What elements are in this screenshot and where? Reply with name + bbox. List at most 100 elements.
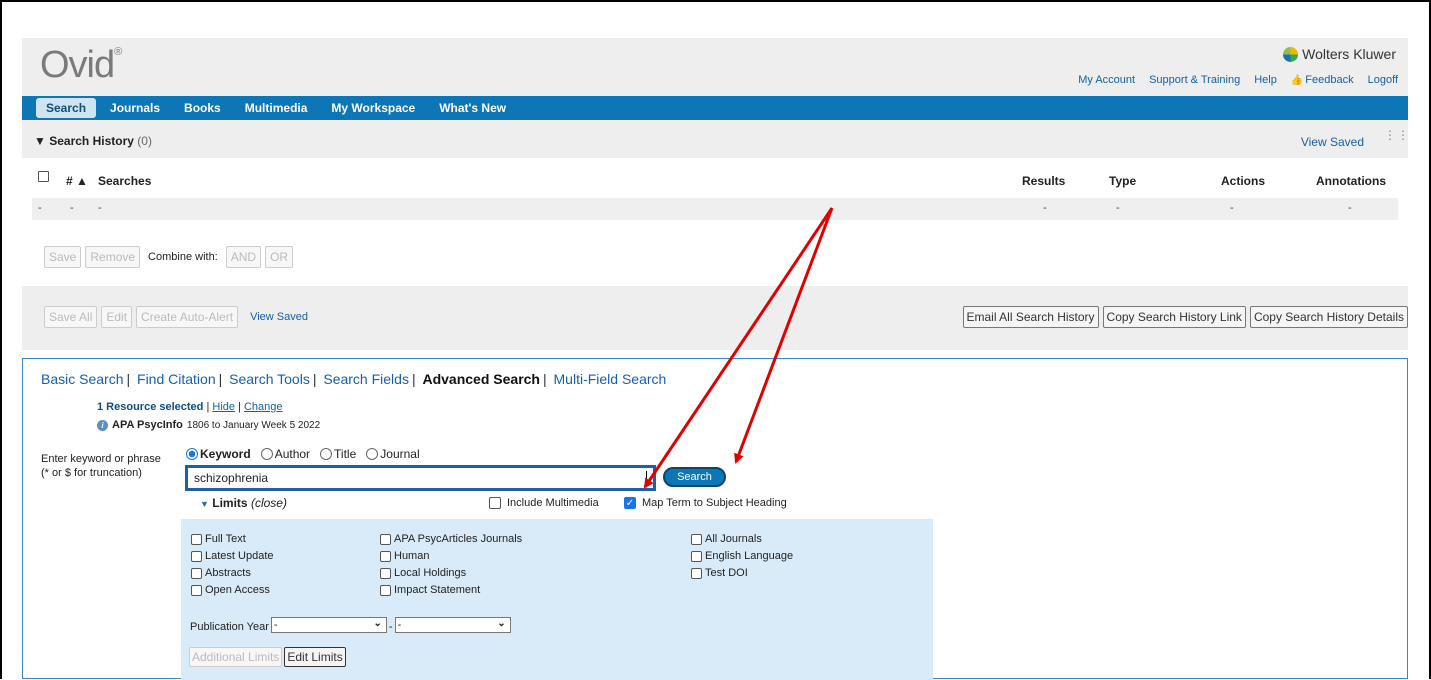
tab-find-citation[interactable]: Find Citation: [137, 371, 216, 387]
column-actions: Actions: [1221, 174, 1266, 188]
collapse-triangle-icon: ▼: [34, 134, 46, 148]
change-link[interactable]: Change: [244, 401, 283, 413]
include-multimedia-option[interactable]: Include Multimedia: [489, 497, 599, 509]
help-link[interactable]: Help: [1254, 74, 1277, 86]
include-multimedia-checkbox[interactable]: [489, 497, 501, 509]
limit-human[interactable]: Human: [380, 550, 429, 562]
map-term-option[interactable]: ✓ Map Term to Subject Heading: [624, 497, 787, 509]
search-mode-tabs: Basic Search | Find Citation | Search Tool…: [41, 371, 667, 387]
account-links: My Account Support & Training Help 👍 Feed…: [1078, 74, 1398, 86]
chevron-down-icon: ⌄: [497, 618, 506, 629]
limit-all-journals[interactable]: All Journals: [691, 533, 762, 545]
footer-view-saved-link[interactable]: View Saved: [250, 311, 308, 323]
logoff-link[interactable]: Logoff: [1368, 74, 1398, 86]
copy-history-link-button[interactable]: Copy Search History Link: [1102, 306, 1246, 328]
edit-limits-button[interactable]: Edit Limits: [284, 647, 346, 667]
nav-search[interactable]: Search: [36, 98, 97, 118]
thumbs-up-icon: 👍: [1290, 75, 1304, 86]
limit-open-access[interactable]: Open Access: [191, 584, 270, 596]
ovid-page: Ovid® Wolters Kluwer My Account Support …: [22, 38, 1409, 680]
column-results: Results: [1022, 174, 1066, 188]
limit-english-language[interactable]: English Language: [691, 550, 793, 562]
top-header: Ovid® Wolters Kluwer My Account Support …: [22, 38, 1408, 96]
main-nav: Search Journals Books Multimedia My Work…: [22, 96, 1408, 120]
nav-journals[interactable]: Journals: [100, 98, 170, 118]
tab-advanced-search[interactable]: Advanced Search: [422, 371, 540, 387]
truncation-hint-label: (* or $ for truncation): [41, 467, 142, 479]
empty-cell: -: [1043, 202, 1047, 214]
limit-latest-update[interactable]: Latest Update: [191, 550, 274, 562]
edit-button[interactable]: Edit: [101, 306, 133, 328]
limit-test-doi[interactable]: Test DOI: [691, 567, 748, 579]
pub-year-from-select[interactable]: - ⌄: [270, 617, 387, 633]
ovid-logo[interactable]: Ovid®: [40, 44, 122, 87]
nav-books[interactable]: Books: [174, 98, 231, 118]
nav-whats-new[interactable]: What's New: [429, 98, 516, 118]
search-button[interactable]: Search: [663, 467, 726, 487]
copy-history-details-button[interactable]: Copy Search History Details: [1249, 306, 1408, 328]
tab-search-fields[interactable]: Search Fields: [323, 371, 409, 387]
tab-basic-search[interactable]: Basic Search: [41, 371, 123, 387]
search-input[interactable]: schizophrenia: [185, 465, 656, 491]
column-searches: Searches: [98, 174, 152, 188]
my-account-link[interactable]: My Account: [1078, 74, 1135, 86]
search-type-radios: Keyword Author Title Journal: [186, 447, 420, 461]
hide-link[interactable]: Hide: [212, 401, 235, 413]
radio-keyword[interactable]: Keyword: [186, 447, 251, 461]
limit-local-holdings[interactable]: Local Holdings: [380, 567, 466, 579]
info-icon[interactable]: i: [97, 419, 108, 431]
tab-search-tools[interactable]: Search Tools: [229, 371, 310, 387]
empty-cell: -: [70, 202, 74, 214]
empty-cell: -: [1348, 202, 1352, 214]
combine-with-label: Combine with:: [148, 251, 218, 263]
save-button[interactable]: Save: [44, 246, 82, 268]
history-actions-row: Save Remove Combine with: AND OR: [32, 220, 1398, 286]
search-history-toggle[interactable]: ▼ Search History (0): [34, 134, 152, 148]
combine-and-button[interactable]: AND: [225, 246, 262, 268]
view-saved-link[interactable]: View Saved: [1301, 135, 1364, 149]
table-row: - - - - - - -: [32, 198, 1398, 220]
nav-my-workspace[interactable]: My Workspace: [321, 98, 425, 118]
radio-selected-icon: [186, 448, 198, 460]
create-auto-alert-button[interactable]: Create Auto-Alert: [136, 306, 239, 328]
pub-year-to-select[interactable]: - ⌄: [394, 617, 511, 633]
column-number[interactable]: # ▲: [66, 174, 88, 188]
search-history-header: ▼ Search History (0) View Saved ⋮⋮: [22, 120, 1409, 158]
chevron-down-icon: ⌄: [373, 618, 382, 629]
resource-selection: 1 Resource selected | Hide | Change: [97, 401, 283, 413]
map-term-checkbox[interactable]: ✓: [624, 497, 636, 509]
limit-impact-statement[interactable]: Impact Statement: [380, 584, 480, 596]
radio-journal[interactable]: Journal: [366, 447, 420, 461]
empty-cell: -: [98, 202, 102, 214]
drag-handle-icon[interactable]: ⋮⋮: [1384, 129, 1409, 144]
limit-psycarticles[interactable]: APA PsycArticles Journals: [380, 533, 522, 545]
remove-button[interactable]: Remove: [85, 246, 141, 268]
limit-full-text[interactable]: Full Text: [191, 533, 246, 545]
keyword-prompt-label: Enter keyword or phrase: [41, 453, 161, 465]
history-count: (0): [137, 134, 152, 148]
save-all-button[interactable]: Save All: [44, 306, 98, 328]
text-cursor: [646, 471, 647, 485]
database-info: i APA PsycInfo 1806 to January Week 5 20…: [97, 419, 320, 431]
search-history-table-header: # ▲ Searches Results Type Actions Annota…: [32, 158, 1398, 198]
search-panel: Basic Search | Find Citation | Search Tool…: [22, 358, 1408, 680]
limits-toggle[interactable]: ▼ Limits (close): [200, 496, 287, 510]
support-training-link[interactable]: Support & Training: [1149, 74, 1240, 86]
feedback-link[interactable]: 👍 Feedback: [1291, 74, 1354, 86]
tab-multi-field-search[interactable]: Multi-Field Search: [554, 371, 667, 387]
column-type: Type: [1109, 174, 1137, 188]
email-all-history-button[interactable]: Email All Search History: [962, 306, 1099, 328]
combine-or-button[interactable]: OR: [265, 246, 294, 268]
wolters-kluwer-globe-icon: [1283, 46, 1299, 62]
limits-panel: Full Text Latest Update Abstracts Open A…: [181, 519, 933, 680]
select-all-checkbox[interactable]: [38, 171, 49, 182]
publication-year: Publication Year - ⌄ - - ⌄: [190, 617, 511, 633]
radio-title[interactable]: Title: [320, 447, 356, 461]
additional-limits-button[interactable]: Additional Limits: [189, 647, 283, 667]
expand-triangle-icon: ▼: [200, 499, 209, 509]
empty-cell: -: [38, 202, 42, 214]
limit-abstracts[interactable]: Abstracts: [191, 567, 251, 579]
nav-multimedia[interactable]: Multimedia: [235, 98, 318, 118]
radio-author[interactable]: Author: [260, 447, 310, 461]
history-footer: Save All Edit Create Auto-Alert View Sav…: [22, 286, 1408, 350]
